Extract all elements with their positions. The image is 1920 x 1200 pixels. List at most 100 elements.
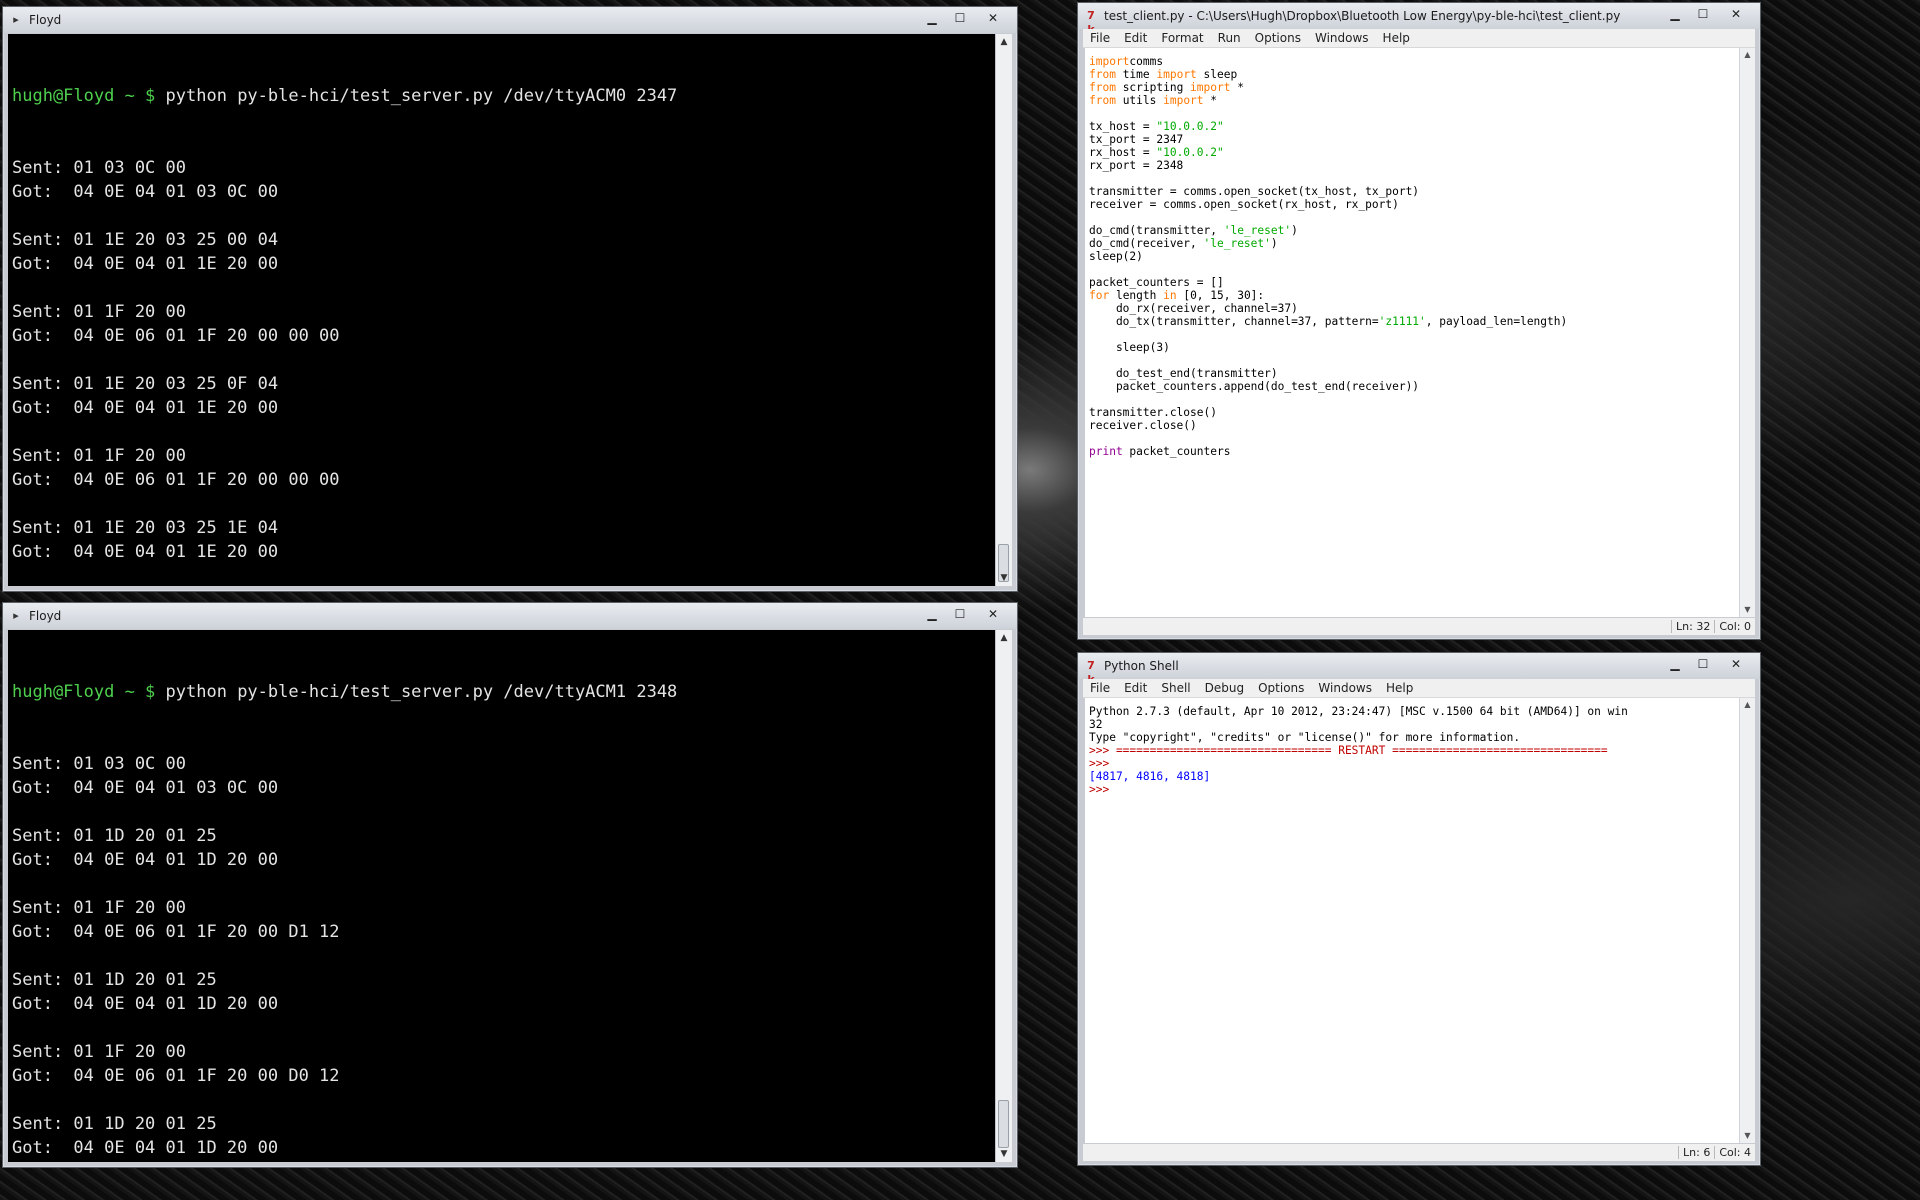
scroll-down-arrow-icon[interactable]: ▼ [996,1146,1012,1162]
maximize-button[interactable]: ☐ [1690,5,1716,23]
terminal-line: Sent: 01 1F 20 00 [12,446,186,466]
menu-debug[interactable]: Debug [1198,681,1251,695]
cygwin-icon: ▸ [13,13,19,26]
terminal-line: Sent: 01 1E 20 03 25 00 04 [12,230,279,250]
scroll-down-arrow-icon[interactable]: ▼ [1740,1129,1755,1143]
terminal-line: Got: 04 0E 04 01 1D 20 00 [12,1138,279,1158]
terminal-line: Sent: 01 1E 20 03 25 0F 04 [12,374,279,394]
terminal-2-scrollbar[interactable]: ▲ ▼ [995,630,1012,1162]
code-token: 'le_reset' [1203,237,1271,250]
idle-editor-window[interactable]: 7​k test_client.py - C:\Users\Hugh\Dropb… [1077,2,1761,640]
shell-text-area[interactable]: Python 2.7.3 (default, Apr 10 2012, 23:2… [1085,698,1740,1143]
code-line: >>> [1089,756,1736,770]
minimize-button[interactable]: ▁ [919,605,945,623]
minimize-button[interactable]: ▁ [1662,655,1688,673]
scroll-down-arrow-icon[interactable]: ▼ [996,570,1012,586]
close-button[interactable]: ✕ [1718,5,1754,23]
code-line: >>> [1089,782,1736,796]
maximize-button[interactable]: ☐ [947,605,973,623]
editor-scrollbar[interactable]: ▲ ▼ [1739,48,1755,617]
code-line: packet_counters.append(do_test_end(recei… [1089,379,1736,393]
terminal-line: Got: 04 0E 04 01 1E 20 00 [12,398,279,418]
code-line: print packet_counters [1089,444,1736,458]
terminal-window-1[interactable]: ▸ Floyd ▁ ☐ ✕ hugh@Floyd ~ $ python py-b… [2,6,1018,592]
scroll-up-arrow-icon[interactable]: ▲ [996,34,1012,50]
terminal-1-output[interactable]: hugh@Floyd ~ $ python py-ble-hci/test_se… [8,34,996,586]
python-idle-icon: 7​k [1087,659,1095,686]
code-line: Type "copyright", "credits" or "license(… [1089,730,1736,744]
menu-edit[interactable]: Edit [1117,681,1154,695]
menu-windows[interactable]: Windows [1308,31,1376,45]
shell-title: Python Shell [1104,659,1179,673]
shell-prompt: hugh@Floyd ~ $ [12,682,156,702]
terminal-line: Got: 04 0E 04 01 1E 20 00 [12,254,279,274]
menu-shell[interactable]: Shell [1154,681,1197,695]
terminal-2-title: Floyd [29,609,62,623]
terminal-2-lines: Sent: 01 03 0C 00 Got: 04 0E 04 01 03 0C … [12,752,992,1162]
code-line: sleep(3) [1089,340,1736,354]
menu-options[interactable]: Options [1248,31,1308,45]
maximize-button[interactable]: ☐ [1690,655,1716,673]
close-button[interactable]: ✕ [1718,655,1754,673]
menu-edit[interactable]: Edit [1117,31,1154,45]
scroll-up-arrow-icon[interactable]: ▲ [1740,698,1755,712]
close-button[interactable]: ✕ [975,605,1011,623]
menu-file[interactable]: File [1083,31,1117,45]
code-line: from utils import * [1089,93,1736,107]
code-token: packet_counters [1122,445,1231,458]
code-token: rx_port = 2348 [1089,159,1184,172]
scroll-up-arrow-icon[interactable]: ▲ [996,630,1012,646]
menu-help[interactable]: Help [1379,681,1420,695]
menu-format[interactable]: Format [1154,31,1210,45]
maximize-button[interactable]: ☐ [947,9,973,27]
command-text: python py-ble-hci/test_server.py /dev/tt… [165,682,678,702]
editor-title: test_client.py - C:\Users\Hugh\Dropbox\B… [1104,9,1621,23]
code-line: do_tx(transmitter, channel=37, pattern='… [1089,314,1736,328]
menu-windows[interactable]: Windows [1311,681,1379,695]
shell-menubar: File Edit Shell Debug Options Windows Help [1083,679,1755,698]
terminal-2-output[interactable]: hugh@Floyd ~ $ python py-ble-hci/test_se… [8,630,996,1162]
menu-help[interactable]: Help [1376,31,1417,45]
scroll-thumb[interactable] [998,1100,1009,1148]
terminal-1-title: Floyd [29,13,62,27]
editor-text-area[interactable]: importcomms from time import sleep from sc… [1085,48,1740,617]
column-number: Col: 0 [1714,620,1755,633]
scroll-up-arrow-icon[interactable]: ▲ [1740,48,1755,62]
code-token: from [1089,94,1116,107]
close-button[interactable]: ✕ [975,9,1011,27]
column-number: Col: 4 [1714,1146,1755,1159]
menu-run[interactable]: Run [1211,31,1248,45]
code-line: [4817, 4816, 4818] [1089,769,1736,783]
code-line: 32 [1089,717,1736,731]
menu-options[interactable]: Options [1251,681,1311,695]
terminal-line: Sent: 01 03 0C 00 [12,754,186,774]
code-token: do_tx(transmitter, channel=37, pattern= [1089,315,1379,328]
shell-titlebar[interactable]: 7​k Python Shell ▁ ☐ ✕ [1078,653,1760,686]
scroll-down-arrow-icon[interactable]: ▼ [1740,603,1755,617]
code-token: >>> ================================ RES… [1089,744,1608,757]
python-shell-window[interactable]: 7​k Python Shell ▁ ☐ ✕ FileEditShellDebu… [1077,652,1761,1166]
code-token: import [1163,94,1204,107]
code-line: transmitter = comms.open_socket(tx_host,… [1089,184,1736,198]
minimize-button[interactable]: ▁ [1662,5,1688,23]
menu-file[interactable]: File [1083,681,1117,695]
shell-statusbar: Ln: 6 Col: 4 [1083,1144,1755,1161]
editor-titlebar[interactable]: 7​k test_client.py - C:\Users\Hugh\Dropb… [1078,3,1760,36]
code-line: Python 2.7.3 (default, Apr 10 2012, 23:2… [1089,704,1736,718]
cygwin-icon: ▸ [13,609,19,622]
minimize-button[interactable]: ▁ [919,9,945,27]
terminal-2-titlebar[interactable]: ▸ Floyd ▁ ☐ ✕ [3,603,1017,629]
code-token: , payload_len=length) [1425,315,1568,328]
code-line: rx_port = 2348 [1089,158,1736,172]
shell-scrollbar[interactable]: ▲ ▼ [1739,698,1755,1143]
terminal-1-titlebar[interactable]: ▸ Floyd ▁ ☐ ✕ [3,7,1017,33]
terminal-1-scrollbar[interactable]: ▲ ▼ [995,34,1012,586]
terminal-window-2[interactable]: ▸ Floyd ▁ ☐ ✕ hugh@Floyd ~ $ python py-b… [2,602,1018,1168]
